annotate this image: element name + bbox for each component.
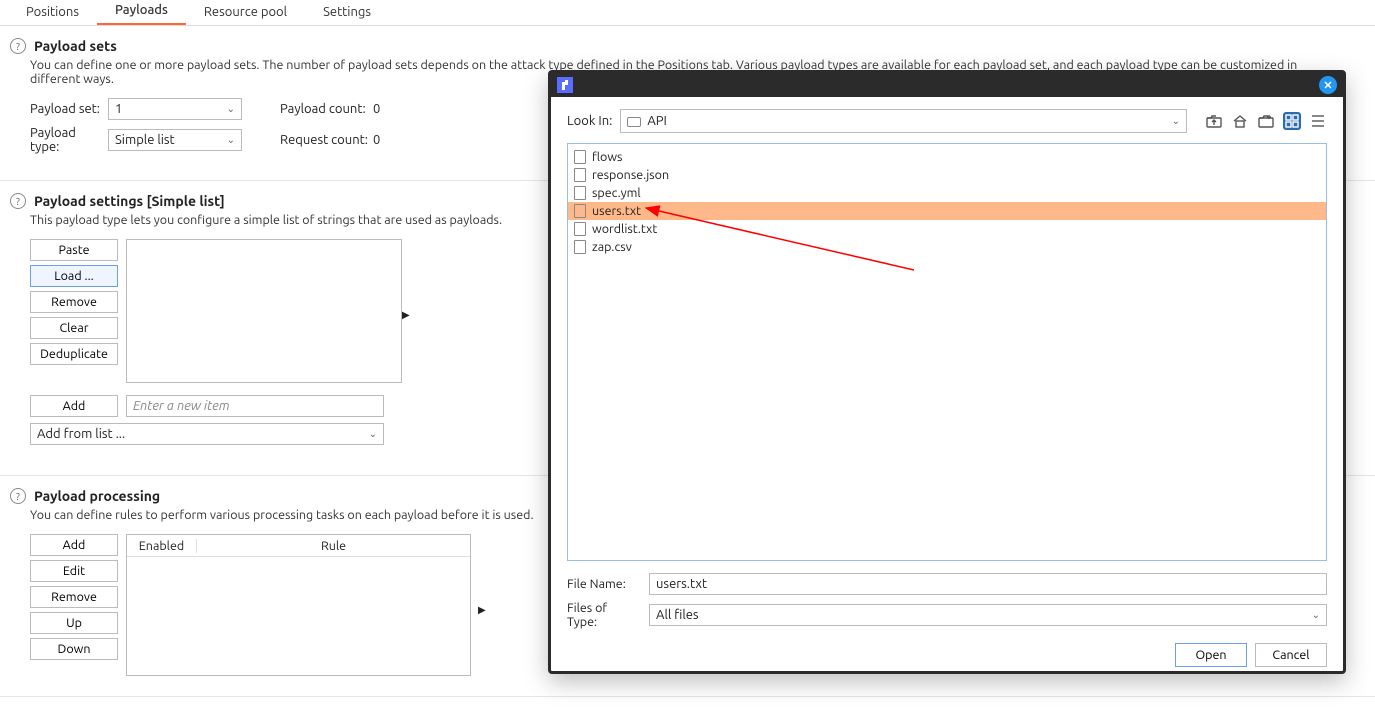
home-icon[interactable] (1231, 112, 1249, 130)
file-name: wordlist.txt (592, 222, 657, 236)
filename-input[interactable]: users.txt (649, 573, 1327, 595)
file-name: spec.yml (592, 186, 641, 200)
top-tabs: Positions Payloads Resource pool Setting… (0, 0, 1375, 26)
payload-settings-title: Payload settings [Simple list] (34, 193, 225, 209)
request-count-label: Request count: (280, 133, 370, 147)
file-name: flows (592, 150, 622, 164)
file-item[interactable]: users.txt (568, 202, 1326, 220)
tab-positions[interactable]: Positions (8, 1, 97, 25)
file-item[interactable]: wordlist.txt (568, 220, 1326, 238)
filetype-label: Files of Type: (567, 601, 639, 629)
close-icon[interactable]: ✕ (1319, 76, 1337, 94)
file-name: response.json (592, 168, 669, 182)
proc-down-button[interactable]: Down (30, 638, 118, 660)
paste-button[interactable]: Paste (30, 239, 118, 261)
clear-button[interactable]: Clear (30, 317, 118, 339)
file-item[interactable]: flows (568, 148, 1326, 166)
look-in-value: API (647, 114, 667, 128)
payload-set-select[interactable]: 1 ⌄ (108, 98, 242, 120)
payload-set-label: Payload set: (30, 102, 100, 116)
chevron-down-icon: ⌄ (369, 428, 377, 440)
payload-type-select[interactable]: Simple list ⌄ (108, 129, 242, 151)
help-icon[interactable]: ? (10, 488, 26, 504)
file-name: users.txt (592, 204, 641, 218)
grid-view-icon[interactable] (1283, 112, 1301, 130)
tab-payloads[interactable]: Payloads (97, 0, 186, 25)
file-icon (574, 150, 586, 164)
file-icon (574, 186, 586, 200)
payload-type-label: Payload type: (30, 126, 100, 154)
proc-edit-button[interactable]: Edit (30, 560, 118, 582)
payload-sets-title: Payload sets (34, 38, 117, 54)
tab-settings[interactable]: Settings (305, 1, 389, 25)
payload-count-label: Payload count: (280, 102, 370, 116)
file-icon (574, 204, 586, 218)
cancel-button[interactable]: Cancel (1255, 643, 1327, 667)
file-icon (574, 240, 586, 254)
payload-count-value: 0 (373, 102, 380, 116)
col-enabled[interactable]: Enabled (127, 539, 197, 553)
help-icon[interactable]: ? (10, 193, 26, 209)
open-button[interactable]: Open (1175, 643, 1247, 667)
chevron-down-icon: ⌄ (227, 103, 235, 115)
filetype-value: All files (656, 608, 699, 622)
payload-set-value: 1 (115, 102, 122, 116)
proc-up-button[interactable]: Up (30, 612, 118, 634)
proc-add-button[interactable]: Add (30, 534, 118, 556)
payload-type-value: Simple list (115, 133, 175, 147)
request-count-value: 0 (373, 133, 380, 147)
file-icon (574, 168, 586, 182)
filename-label: File Name: (567, 577, 639, 591)
look-in-label: Look In: (567, 114, 612, 128)
file-list[interactable]: flows response.json spec.yml users.txt wordl… (567, 143, 1327, 561)
chevron-down-icon: ⌄ (1172, 115, 1180, 127)
add-from-list-label: Add from list ... (37, 427, 125, 441)
col-rule[interactable]: Rule (197, 539, 470, 553)
payload-list[interactable] (126, 239, 402, 383)
chevron-down-icon: ⌄ (227, 134, 235, 146)
look-in-select[interactable]: API ⌄ (620, 109, 1187, 133)
file-item[interactable]: spec.yml (568, 184, 1326, 202)
proc-remove-button[interactable]: Remove (30, 586, 118, 608)
load-button[interactable]: Load ... (30, 265, 118, 287)
remove-button[interactable]: Remove (30, 291, 118, 313)
processing-rules-table[interactable]: Enabled Rule (126, 534, 471, 676)
filetype-select[interactable]: All files ⌄ (649, 604, 1327, 626)
payload-processing-title: Payload processing (34, 488, 160, 504)
chevron-down-icon: ⌄ (1312, 609, 1320, 621)
dedup-button[interactable]: Deduplicate (30, 343, 118, 365)
expand-icon[interactable]: ▶ (478, 604, 486, 616)
help-icon[interactable]: ? (10, 38, 26, 54)
new-item-input[interactable]: Enter a new item (126, 395, 384, 417)
file-open-dialog: ✕ Look In: API ⌄ flows response.json spec.… (548, 70, 1346, 674)
file-icon (574, 222, 586, 236)
list-view-icon[interactable] (1309, 112, 1327, 130)
add-button[interactable]: Add (30, 395, 118, 417)
expand-icon[interactable]: ▶ (402, 309, 410, 321)
file-item[interactable]: zap.csv (568, 238, 1326, 256)
file-item[interactable]: response.json (568, 166, 1326, 184)
file-name: zap.csv (592, 240, 632, 254)
new-folder-icon[interactable] (1257, 112, 1275, 130)
dialog-titlebar[interactable]: ✕ (551, 73, 1343, 97)
burp-logo-icon (557, 77, 573, 93)
folder-icon (627, 117, 641, 127)
up-folder-icon[interactable] (1205, 112, 1223, 130)
add-from-list-select[interactable]: Add from list ... ⌄ (30, 423, 384, 445)
tab-resource-pool[interactable]: Resource pool (186, 1, 305, 25)
